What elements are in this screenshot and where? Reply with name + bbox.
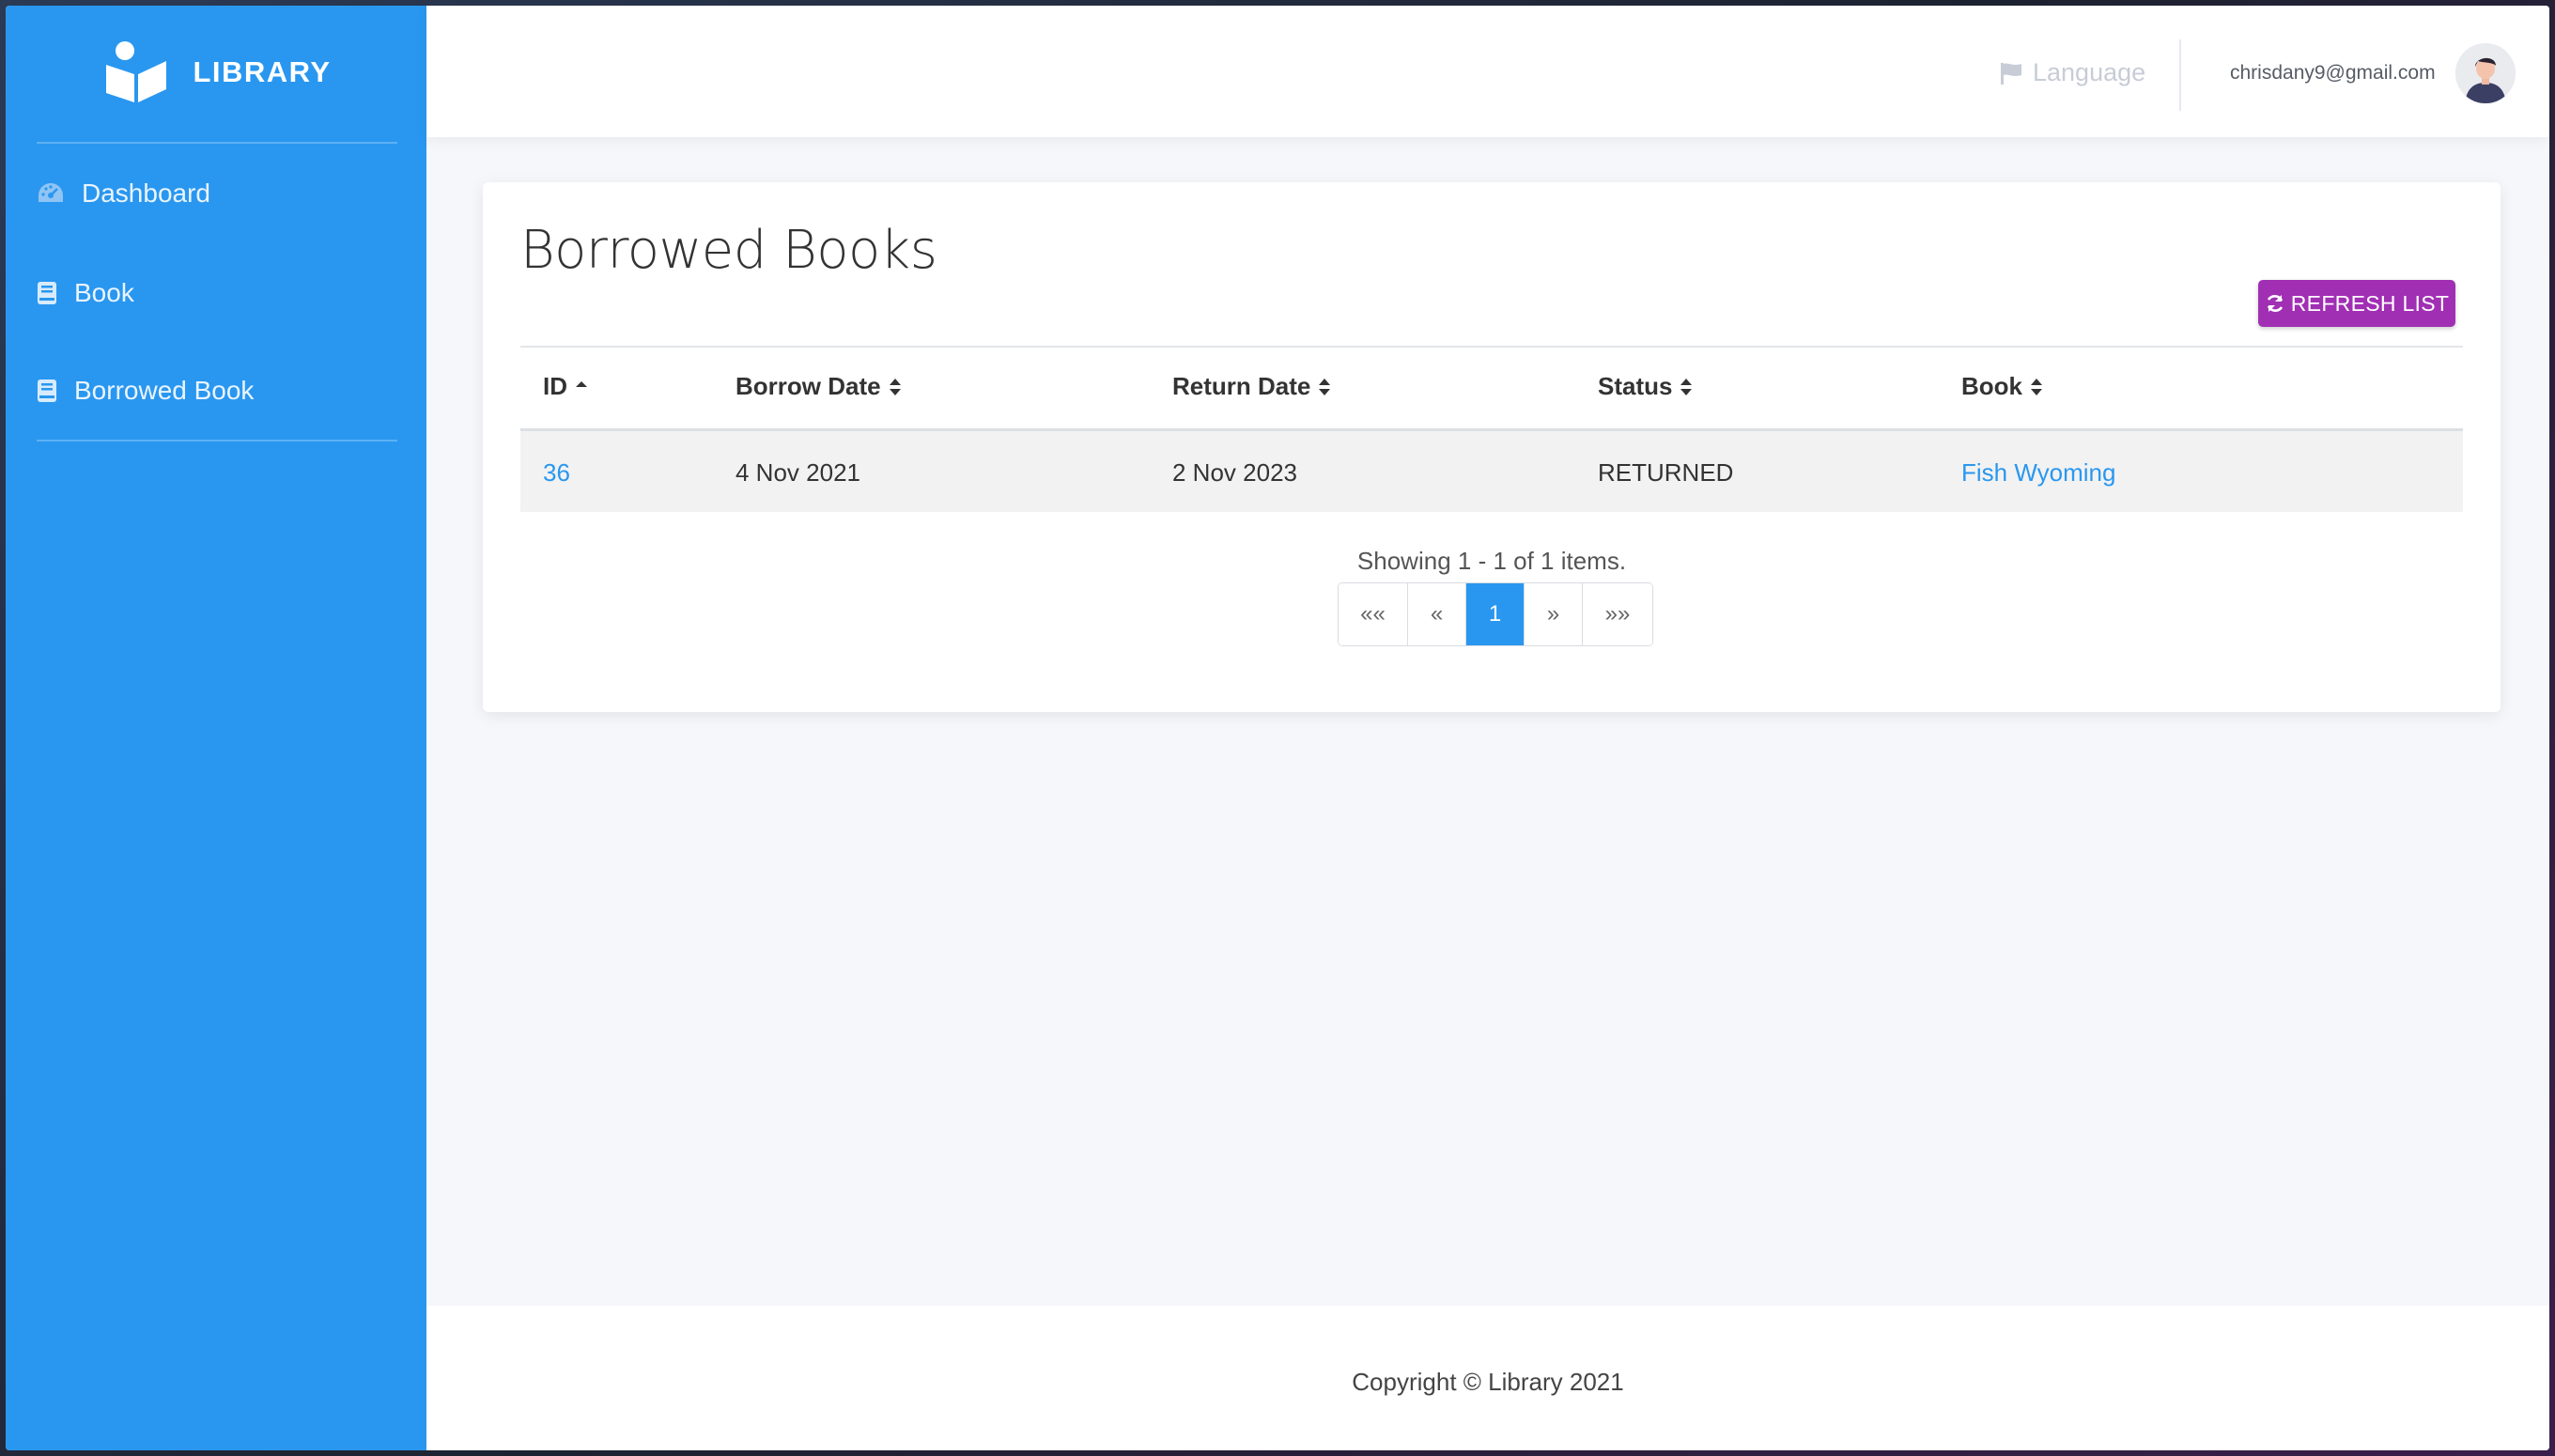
header-divider <box>2179 39 2181 111</box>
column-header-return-date[interactable]: Return Date <box>1172 372 1331 401</box>
refresh-icon <box>2267 295 2283 312</box>
column-header-borrow-date[interactable]: Borrow Date <box>736 372 902 401</box>
sort-ascending-icon <box>576 380 587 387</box>
dashboard-icon <box>39 183 63 202</box>
pagination-prev-button[interactable]: « <box>1408 583 1466 645</box>
column-header-label: Return Date <box>1172 372 1311 400</box>
top-header: Language chrisdany9@gmail.com <box>426 6 2549 137</box>
avatar[interactable] <box>2455 43 2516 103</box>
sidebar-item-book[interactable]: Book <box>37 265 134 321</box>
row-borrow-date: 4 Nov 2021 <box>736 458 860 487</box>
items-summary: Showing 1 - 1 of 1 items. <box>1356 547 1627 575</box>
pagination-page-1[interactable]: 1 <box>1466 583 1525 645</box>
sort-icon <box>1319 378 1331 395</box>
user-avatar-icon <box>2455 43 2516 103</box>
column-header-label: Book <box>1961 372 2022 400</box>
column-header-label: Borrow Date <box>736 372 881 400</box>
row-id-link[interactable]: 36 <box>543 458 570 488</box>
reader-logo-icon <box>106 41 167 102</box>
language-selector[interactable]: Language <box>1999 58 2145 87</box>
pagination-first-button[interactable]: «« <box>1339 583 1408 645</box>
user-email[interactable]: chrisdany9@gmail.com <box>2230 62 2436 85</box>
sidebar-item-borrowed-book[interactable]: Borrowed Book <box>37 363 254 419</box>
sort-icon <box>889 378 901 395</box>
book-icon <box>38 282 56 304</box>
column-header-label: Status <box>1598 372 1673 400</box>
refresh-label: REFRESH LIST <box>2290 290 2450 316</box>
sidebar-divider <box>37 142 397 144</box>
row-return-date: 2 Nov 2023 <box>1172 458 1297 487</box>
sidebar-item-label: Dashboard <box>82 178 210 208</box>
row-status: RETURNED <box>1598 458 1734 487</box>
sidebar-item-label: Book <box>74 278 134 307</box>
brand-name: LIBRARY <box>193 55 332 88</box>
column-header-id[interactable]: ID <box>543 372 588 401</box>
refresh-list-button[interactable]: REFRESH LIST <box>2258 280 2455 327</box>
sidebar: LIBRARY Dashboard Book Borrowed Book <box>6 6 426 1450</box>
borrowed-books-card: Borrowed Books REFRESH LIST ID Borrow Da… <box>483 182 2501 712</box>
sort-icon <box>1680 378 1693 395</box>
column-header-status[interactable]: Status <box>1598 372 1693 401</box>
language-label: Language <box>2033 58 2146 86</box>
app-window: LIBRARY Dashboard Book Borrowed Book Lan… <box>6 6 2549 1450</box>
sort-icon <box>2031 378 2042 395</box>
flag-icon <box>2001 62 2021 85</box>
sidebar-item-label: Borrowed Book <box>74 376 255 405</box>
sidebar-divider <box>37 440 397 441</box>
pagination-next-button[interactable]: » <box>1525 583 1583 645</box>
table-top-border <box>520 346 2463 348</box>
copyright-text: Copyright © Library 2021 <box>1352 1368 1624 1396</box>
book-icon <box>38 379 56 402</box>
footer: Copyright © Library 2021 <box>426 1306 2549 1450</box>
pagination-last-button[interactable]: »» <box>1583 583 1652 645</box>
page-title: Borrowed Books <box>520 220 937 281</box>
brand[interactable]: LIBRARY <box>6 6 426 139</box>
pagination: «« « 1 » »» <box>1338 582 1653 646</box>
sidebar-item-dashboard[interactable]: Dashboard <box>37 165 210 222</box>
column-header-label: ID <box>543 372 567 400</box>
column-header-book[interactable]: Book <box>1961 372 2043 401</box>
row-book-link[interactable]: Fish Wyoming <box>1961 458 2115 488</box>
